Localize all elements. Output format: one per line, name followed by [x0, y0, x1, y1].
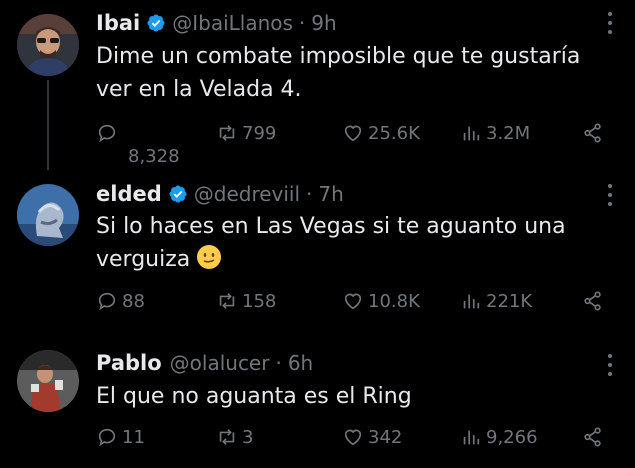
tweet-text: El que no aguanta es el Ring: [96, 384, 412, 409]
tweet[interactable]: Pablo @olalucer · 6h El que no aguanta e…: [0, 344, 635, 468]
timestamp[interactable]: 6h: [288, 351, 313, 375]
tweet-header: Pablo @olalucer · 6h: [96, 348, 313, 378]
retweet-button[interactable]: 799: [216, 122, 276, 144]
like-count: 10.8K: [368, 290, 420, 312]
verified-badge-icon: [169, 185, 187, 203]
reply-button[interactable]: 88: [96, 290, 145, 312]
like-icon: [344, 125, 362, 142]
like-icon: [344, 429, 362, 446]
more-icon[interactable]: [607, 354, 613, 376]
views-button[interactable]: 221K: [460, 290, 532, 312]
retweet-icon: [219, 293, 235, 309]
tweet[interactable]: Ibai @IbaiLlanos · 9h Dime un combate im…: [0, 0, 635, 170]
tweet-actions: 11 3 342 9,266: [96, 426, 616, 456]
separator-dot: ·: [275, 351, 282, 375]
share-button[interactable]: [582, 426, 604, 448]
reply-count: 8,328: [128, 146, 180, 167]
views-button[interactable]: 9,266: [460, 426, 538, 448]
avatar-image: [17, 14, 79, 76]
like-button[interactable]: 25.6K: [342, 122, 420, 144]
share-icon: [584, 427, 601, 447]
separator-dot: ·: [298, 11, 306, 35]
user-handle[interactable]: @IbaiLlanos: [172, 11, 293, 35]
tweet-actions: 8,328 799 25.6K 3.2M: [96, 122, 616, 167]
views-button[interactable]: 3.2M: [460, 122, 530, 144]
views-icon: [463, 294, 480, 309]
more-icon[interactable]: [607, 12, 613, 34]
retweet-icon: [219, 429, 235, 445]
reply-icon: [98, 292, 116, 311]
timestamp[interactable]: 7h: [318, 182, 343, 206]
views-count: 221K: [486, 290, 533, 312]
retweet-button[interactable]: 3: [216, 426, 253, 448]
like-button[interactable]: 10.8K: [342, 290, 420, 312]
thread-line: [47, 80, 49, 170]
share-icon: [584, 123, 601, 143]
reply-count: 11: [122, 426, 145, 448]
tweet-text: Si lo haces en Las Vegas si te aguanto u…: [96, 214, 566, 272]
views-icon: [463, 126, 480, 141]
tweet-header: Ibai @IbaiLlanos · 9h: [96, 8, 337, 38]
verified-badge-icon: [147, 14, 165, 32]
display-name[interactable]: Pablo: [96, 351, 162, 375]
user-handle[interactable]: @olalucer: [170, 351, 270, 375]
reply-button[interactable]: [96, 122, 118, 144]
views-count: 3.2M: [486, 122, 531, 144]
reply-button[interactable]: 11: [96, 426, 145, 448]
user-handle[interactable]: @dedreviil: [194, 182, 300, 206]
display-name[interactable]: elded: [96, 182, 162, 206]
more-icon[interactable]: [607, 184, 613, 206]
tweet-text: Dime un combate imposible que te gustarí…: [96, 44, 581, 102]
like-count: 342: [368, 426, 403, 448]
like-button[interactable]: 342: [342, 426, 402, 448]
avatar[interactable]: [17, 184, 79, 246]
share-icon: [584, 291, 601, 311]
reply-icon: [98, 428, 116, 447]
tweet-text-block: Si lo haces en Las Vegas si te aguanto u…: [96, 210, 596, 276]
retweet-count: 158: [242, 290, 277, 312]
timestamp[interactable]: 9h: [311, 11, 336, 35]
like-icon: [344, 293, 362, 310]
share-button[interactable]: [582, 290, 604, 312]
tweet-actions: 88 158 10.8K 221K: [96, 290, 616, 320]
reply-icon: [98, 124, 116, 143]
retweet-count: 3: [242, 426, 254, 448]
avatar-image: [17, 184, 79, 246]
reply-count: 88: [122, 290, 145, 312]
smiling-face-emoji: [197, 245, 222, 269]
avatar-image: [17, 350, 79, 412]
like-count: 25.6K: [368, 122, 420, 144]
tweet-header: elded @dedreviil · 7h: [96, 179, 344, 209]
retweet-icon: [219, 125, 235, 141]
retweet-count: 799: [242, 122, 277, 144]
share-button[interactable]: [582, 122, 604, 144]
avatar[interactable]: [17, 14, 79, 76]
views-icon: [463, 430, 480, 445]
avatar[interactable]: [17, 350, 79, 412]
views-count: 9,266: [486, 426, 538, 448]
retweet-button[interactable]: 158: [216, 290, 276, 312]
tweet[interactable]: elded @dedreviil · 7h Si lo haces en Las…: [0, 176, 635, 336]
separator-dot: ·: [306, 182, 313, 206]
display-name[interactable]: Ibai: [96, 11, 140, 35]
